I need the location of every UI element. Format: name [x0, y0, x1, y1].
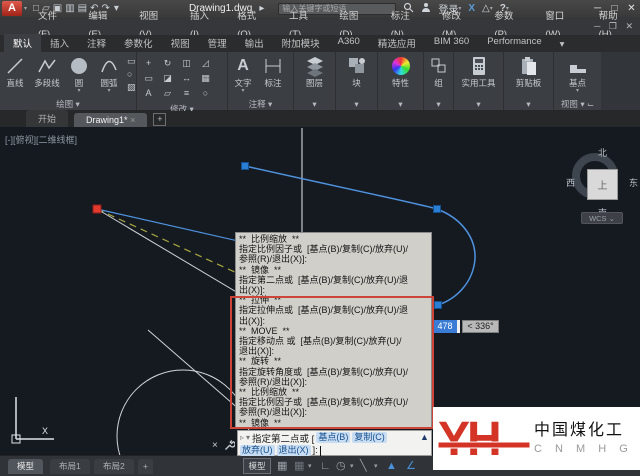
command-history-line: 出(X)]:: [239, 285, 428, 295]
command-history-line: 参照(R)/退出(X)]:: [239, 254, 428, 264]
command-prompt-text: 指定第二点或 [: [252, 431, 314, 445]
svg-text:YH: YH: [438, 413, 499, 465]
watermark-logo-icon: YH: [438, 413, 530, 465]
watermark-code: C N M H G: [534, 441, 633, 457]
polar-tracking-icon[interactable]: ◷: [336, 459, 346, 474]
polar-caret-icon[interactable]: ▾: [350, 459, 354, 474]
layout-tab-model[interactable]: 模型: [8, 459, 43, 474]
layout-tab-1[interactable]: 布局1: [50, 459, 90, 474]
dynamic-input-angle: < 336°: [462, 320, 499, 333]
command-history-line: ** 比例缩放 **: [239, 234, 428, 244]
command-option-undo[interactable]: 放弃(U): [240, 445, 275, 456]
command-history-line: 指定第二点或 [基点(B)/复制(C)/放弃(U)/退: [239, 275, 428, 285]
commandline-close-icon[interactable]: ×: [212, 440, 218, 451]
command-history-line: 指定比例因子或 [基点(B)/复制(C)/放弃(U)/: [239, 244, 428, 254]
layout-tab-new[interactable]: +: [138, 459, 153, 474]
osnap-caret-icon[interactable]: ▾: [374, 459, 378, 474]
viewcube-top-face[interactable]: 上: [587, 169, 618, 200]
command-prompt-caret-icon[interactable]: ▾: [246, 433, 250, 442]
object-snap-icon[interactable]: ╲: [360, 459, 367, 474]
watermark-name: 中国煤化工: [534, 421, 633, 441]
autocad-window: A ▾ □▱▣▥▤↶↷ ▾ Drawing1.dwg ▸ 登录 ▾ X △ ▾ …: [0, 0, 640, 476]
dynamic-input-distance[interactable]: 478: [433, 320, 457, 333]
ucs-x-label: X: [42, 426, 48, 436]
command-history-scroll-icon[interactable]: ▲: [420, 432, 429, 442]
annotation-highlight-box: [230, 296, 434, 429]
command-history-line: ** 镜像 **: [239, 265, 428, 275]
grip-point[interactable]: [435, 302, 442, 309]
ortho-mode-icon[interactable]: ∟: [320, 459, 331, 474]
grip-point[interactable]: [434, 206, 441, 213]
viewport-controls[interactable]: [-][俯视][二维线框]: [5, 133, 77, 146]
grid-display-icon[interactable]: ▦: [277, 459, 287, 474]
command-line[interactable]: ▹ ▾ 指定第二点或 [ 基点(B) 复制(C) 放弃(U) 退出(X) ]:: [237, 430, 432, 456]
snap-mode-icon[interactable]: ▦: [294, 459, 304, 474]
viewcube-north[interactable]: 北: [598, 146, 607, 159]
snap-caret-icon[interactable]: ▾: [308, 459, 312, 474]
annotation-visibility-icon[interactable]: ▲: [386, 459, 397, 474]
model-space-button[interactable]: 模型: [243, 458, 271, 474]
ucs-icon[interactable]: X: [12, 397, 54, 443]
command-option-copy[interactable]: 复制(C): [352, 432, 387, 443]
annotation-scale-icon[interactable]: ∠: [406, 459, 416, 474]
hot-grip-point[interactable]: [93, 205, 101, 213]
wcs-dropdown[interactable]: WCS ⌄: [581, 212, 623, 224]
command-option-exit[interactable]: 退出(X): [277, 445, 311, 456]
viewcube-east[interactable]: 东: [629, 176, 638, 189]
layout-tab-2[interactable]: 布局2: [94, 459, 134, 474]
dynamic-input-cursor: [457, 320, 460, 333]
command-prompt-icon[interactable]: ▹: [240, 433, 244, 442]
command-prompt-closing: ]:: [313, 445, 318, 456]
viewcube-west[interactable]: 西: [566, 176, 575, 189]
command-option-base[interactable]: 基点(B): [316, 432, 350, 443]
commandline-wrench-icon[interactable]: [224, 440, 235, 454]
watermark: YH 中国煤化工 C N M H G: [433, 407, 640, 470]
grip-point[interactable]: [242, 163, 249, 170]
text-cursor: [320, 446, 321, 456]
